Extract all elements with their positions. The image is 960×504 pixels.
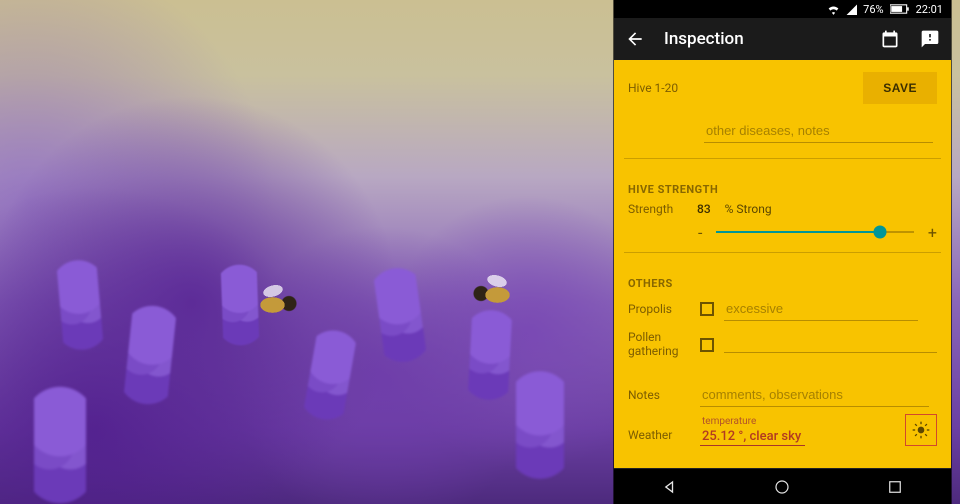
weather-fetch-button[interactable] [905, 414, 937, 446]
temperature-caption: temperature [700, 416, 805, 427]
sub-bar: Hive 1-20 SAVE [614, 60, 951, 114]
phone-frame: 76% 22:01 Inspection Hive 1-20 SA [614, 0, 951, 504]
nav-back-button[interactable] [658, 475, 682, 499]
propolis-checkbox[interactable] [700, 302, 714, 316]
statusbar: 76% 22:01 [614, 0, 951, 18]
report-button[interactable] [919, 28, 941, 50]
propolis-input[interactable] [724, 297, 918, 321]
pollen-input[interactable] [724, 336, 937, 353]
strength-unit-label: % Strong [725, 202, 772, 216]
strength-slider[interactable] [716, 222, 914, 242]
page-title: Inspection [664, 29, 744, 49]
back-button[interactable] [624, 28, 646, 50]
lavender-flower [56, 258, 104, 351]
save-button[interactable]: SAVE [863, 72, 937, 104]
diseases-input[interactable] [704, 119, 933, 143]
nav-home-button[interactable] [770, 475, 794, 499]
nav-recent-button[interactable] [883, 475, 907, 499]
strength-plus-button[interactable]: + [928, 223, 937, 242]
notes-input[interactable] [700, 383, 929, 407]
weather-label: Weather [628, 428, 690, 446]
lavender-flower [34, 387, 86, 504]
form-pane: Hive 1-20 SAVE HIVE STRENGTH Strength 83… [614, 60, 951, 468]
pollen-checkbox[interactable] [700, 338, 714, 352]
propolis-label: Propolis [628, 302, 690, 316]
hive-label: Hive 1-20 [628, 81, 678, 95]
strength-label: Strength [628, 202, 683, 216]
strength-minus-button[interactable]: - [698, 223, 702, 242]
battery-pct: 76% [863, 3, 883, 16]
bee [470, 280, 520, 310]
android-navbar [614, 468, 951, 504]
notes-label: Notes [628, 388, 690, 402]
battery-icon [890, 4, 910, 14]
lavender-flower [468, 309, 513, 401]
wifi-icon [827, 4, 840, 15]
pollen-label: Pollen gathering [628, 331, 690, 359]
sun-icon [911, 420, 931, 440]
weather-value[interactable]: 25.12 °, clear sky [700, 427, 805, 446]
calendar-button[interactable] [879, 28, 901, 50]
clock: 22:01 [916, 3, 943, 16]
section-others: OTHERS [614, 263, 951, 292]
app-bar: Inspection [614, 18, 951, 60]
section-hive-strength: HIVE STRENGTH [614, 169, 951, 198]
signal-icon [846, 4, 857, 15]
bee [250, 290, 300, 320]
lavender-flower [516, 371, 564, 479]
strength-value: 83 [697, 202, 711, 216]
